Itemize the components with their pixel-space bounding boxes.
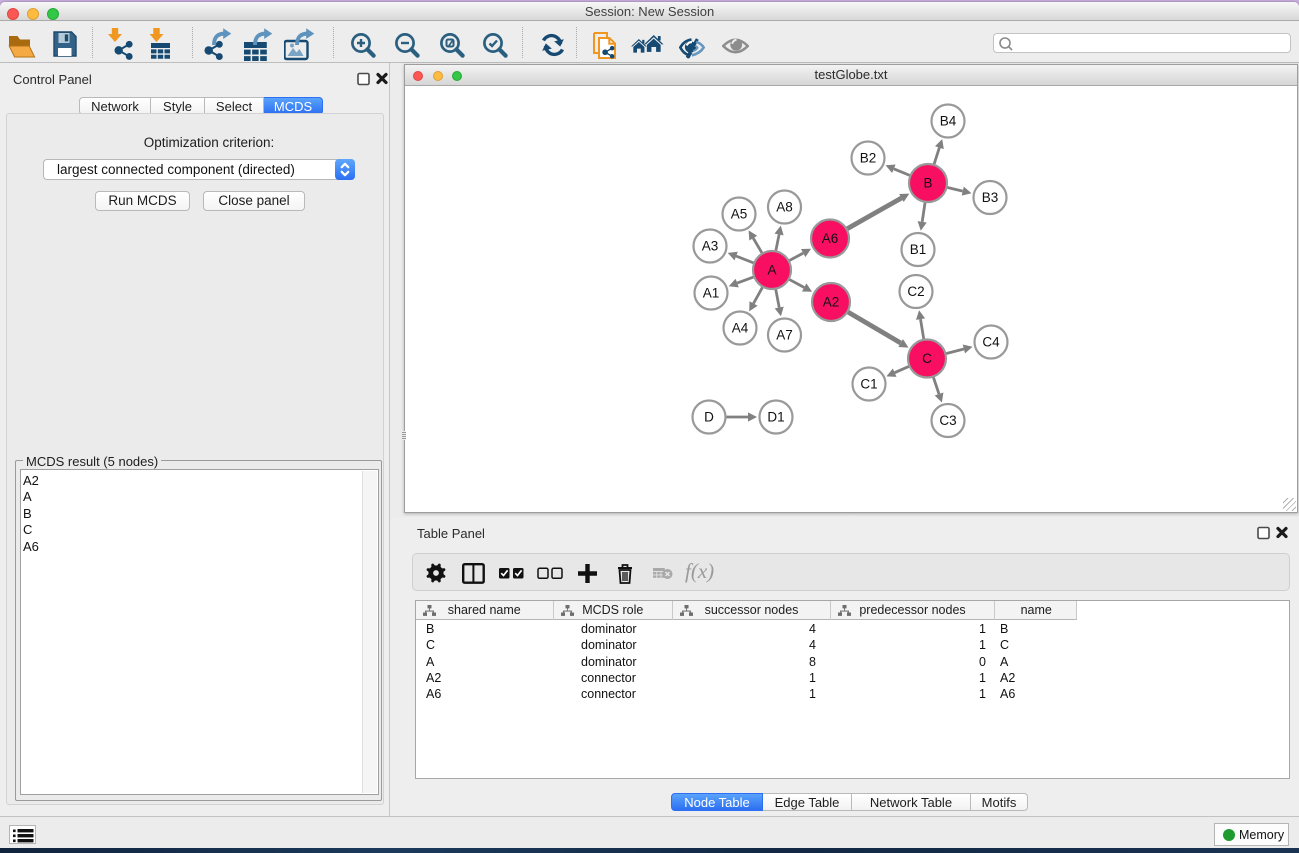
svg-text:D: D: [704, 410, 714, 425]
svg-text:B: B: [923, 176, 932, 191]
svg-text:A7: A7: [776, 328, 793, 343]
svg-text:A3: A3: [702, 239, 719, 254]
svg-text:B4: B4: [940, 114, 957, 129]
svg-text:C4: C4: [982, 335, 1000, 350]
svg-text:C2: C2: [907, 284, 924, 299]
svg-text:A6: A6: [822, 231, 839, 246]
svg-text:A: A: [767, 263, 776, 278]
svg-text:A2: A2: [823, 295, 840, 310]
svg-text:A8: A8: [776, 200, 793, 215]
svg-text:C1: C1: [860, 377, 877, 392]
svg-text:B2: B2: [860, 151, 877, 166]
svg-text:A5: A5: [731, 207, 748, 222]
svg-text:D1: D1: [767, 410, 784, 425]
svg-text:B3: B3: [982, 190, 999, 205]
svg-text:C: C: [922, 351, 932, 366]
svg-text:C3: C3: [939, 413, 956, 428]
svg-text:A1: A1: [703, 286, 720, 301]
svg-text:A4: A4: [732, 321, 749, 336]
svg-text:B1: B1: [910, 242, 927, 257]
